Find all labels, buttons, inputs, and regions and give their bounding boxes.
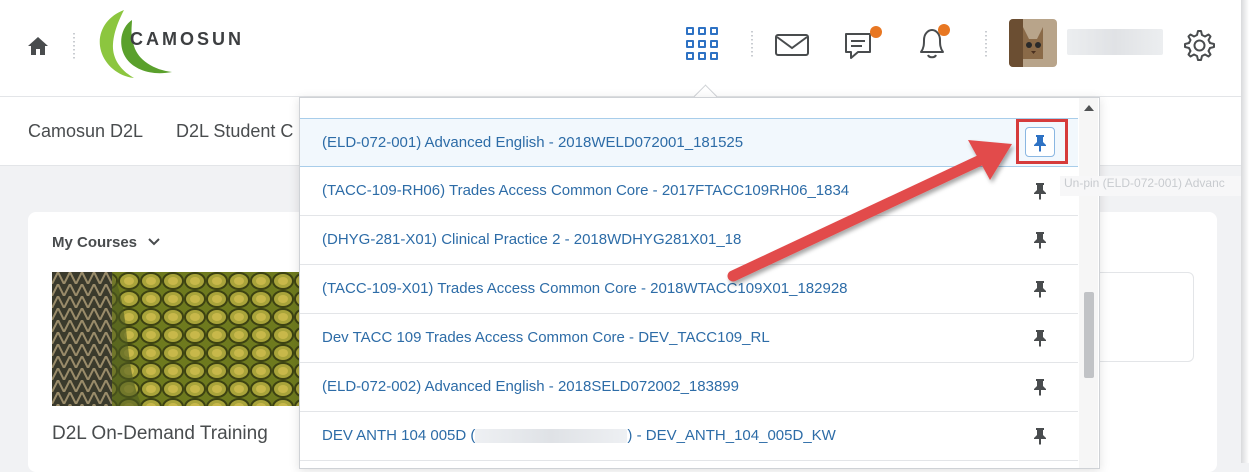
course-row[interactable]: DEV ANTH 104 005D ( ) - DEV_ANTH_104_005D… [300, 412, 1078, 461]
pin-icon[interactable] [1032, 378, 1048, 396]
avatar[interactable] [1009, 19, 1057, 67]
username-redacted [1067, 29, 1163, 55]
scroll-thumb[interactable] [1084, 292, 1094, 378]
separator [985, 31, 987, 57]
course-link[interactable]: (TACC-109-X01) Trades Access Common Core… [322, 280, 848, 297]
course-row[interactable]: Dev TACC 109 Trades Access Common Core -… [300, 314, 1078, 363]
course-card-title[interactable]: D2L On-Demand Training [52, 423, 268, 445]
unpin-tooltip: Un-pin (ELD-072-001) Advanc [1060, 176, 1249, 196]
chat-icon[interactable] [840, 24, 884, 64]
course-image[interactable] [52, 272, 302, 406]
nav-item-camosun-d2l[interactable]: Camosun D2L [28, 121, 143, 142]
bell-icon[interactable] [912, 22, 954, 64]
course-link[interactable]: (ELD-072-001) Advanced English - 2018WEL… [322, 134, 743, 151]
side-panel [1092, 272, 1194, 362]
course-row[interactable]: (DHYG-281-X01) Clinical Practice 2 - 201… [300, 216, 1078, 265]
course-row[interactable]: (TACC-109-X01) Trades Access Common Core… [300, 265, 1078, 314]
pin-icon[interactable] [1032, 280, 1048, 298]
course-link[interactable]: (TACC-109-RH06) Trades Access Common Cor… [322, 182, 849, 199]
pin-icon[interactable] [1032, 427, 1048, 445]
mail-icon[interactable] [774, 32, 810, 58]
course-link[interactable]: DEV ANTH 104 005D ( ) - DEV_ANTH_104_005D… [322, 427, 836, 444]
separator [73, 33, 75, 59]
course-row[interactable]: (TACC-109-RH06) Trades Access Common Cor… [300, 167, 1078, 216]
nav-item-d2l-student[interactable]: D2L Student C [176, 121, 293, 142]
my-courses-title: My Courses [52, 234, 138, 251]
course-selector-dropdown: (ELD-072-001) Advanced English - 2018WEL… [299, 97, 1100, 469]
waffle-icon[interactable] [686, 27, 720, 61]
pin-icon[interactable] [1032, 329, 1048, 347]
scroll-up-arrow-icon[interactable] [1084, 105, 1094, 111]
gear-icon[interactable] [1180, 27, 1216, 63]
redacted-text [475, 429, 628, 444]
course-link-prefix: DEV ANTH 104 005D ( [322, 427, 476, 444]
scrollbar[interactable] [1079, 98, 1098, 468]
logo-text: CAMOSUN [130, 29, 244, 49]
home-icon[interactable] [26, 34, 50, 58]
top-bar: CAMOSUN [0, 0, 1241, 97]
chevron-down-icon [148, 238, 160, 246]
course-link-suffix: ) - DEV_ANTH_104_005D_KW [627, 427, 836, 444]
course-row[interactable]: (ELD-072-002) Advanced English - 2018SEL… [300, 363, 1078, 412]
course-link[interactable]: Dev TACC 109 Trades Access Common Core -… [322, 329, 770, 346]
separator [751, 31, 753, 57]
pin-icon[interactable] [1032, 182, 1048, 200]
course-row[interactable]: (ELD-072-001) Advanced English - 2018WEL… [300, 118, 1078, 167]
frame-edge [1241, 0, 1249, 463]
pin-icon[interactable] [1032, 231, 1048, 249]
course-list: (ELD-072-001) Advanced English - 2018WEL… [300, 118, 1078, 461]
pin-highlight-box [1016, 119, 1068, 164]
course-link[interactable]: (DHYG-281-X01) Clinical Practice 2 - 201… [322, 231, 741, 248]
course-link[interactable]: (ELD-072-002) Advanced English - 2018SEL… [322, 378, 739, 395]
my-courses-heading[interactable]: My Courses [52, 234, 161, 251]
